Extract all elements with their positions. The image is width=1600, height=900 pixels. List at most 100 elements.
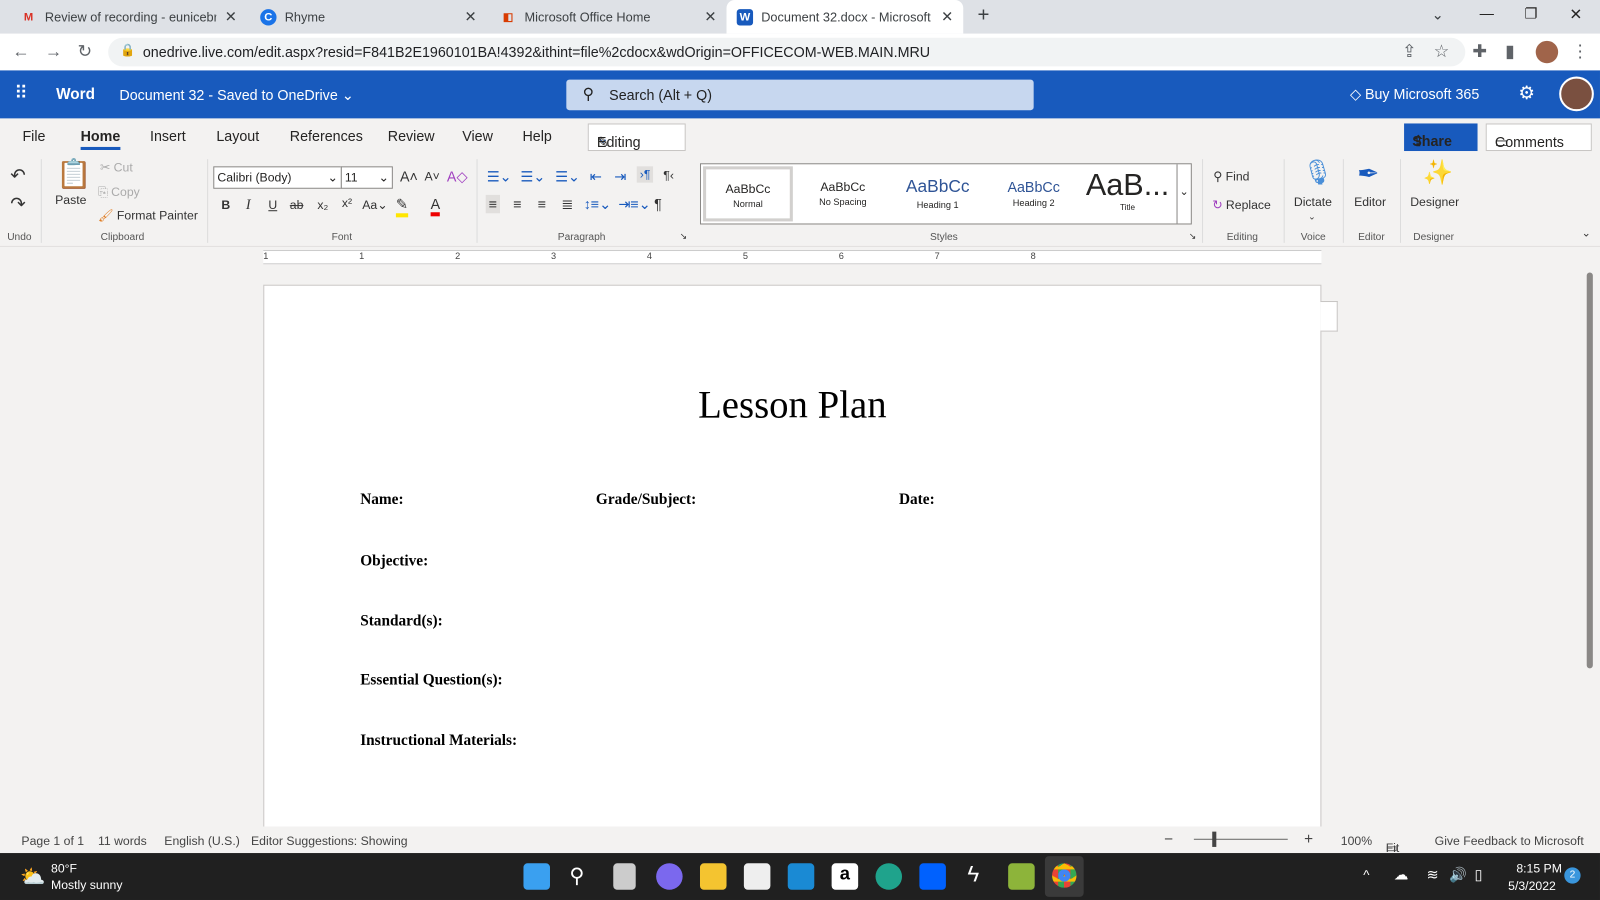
zoom-out-button[interactable]: − [1164, 831, 1173, 848]
zoom-percent[interactable]: 100% [1341, 834, 1372, 848]
replace-button[interactable]: Replace [1226, 198, 1271, 212]
undo-icon[interactable]: ↶ [10, 165, 25, 186]
close-window-icon[interactable]: ✕ [1569, 5, 1582, 23]
document-page[interactable]: Lesson Plan Name: Grade/Subject: Date: O… [263, 284, 1322, 836]
word-count[interactable]: 11 words [98, 834, 147, 848]
align-right-icon[interactable]: ≡ [538, 196, 546, 212]
ruler[interactable]: 1 1 2 3 4 5 6 7 8 [0, 246, 1600, 268]
italic-icon[interactable]: I [246, 198, 251, 214]
redo-icon[interactable]: ↷ [10, 194, 25, 215]
tab-help[interactable]: Help [522, 128, 551, 144]
search-taskbar-icon[interactable]: ⚲ [569, 863, 584, 889]
show-formatting-icon[interactable]: ¶ [654, 196, 662, 212]
underline-icon[interactable]: U [268, 198, 277, 212]
tab-search-icon[interactable]: ⌄ [1432, 6, 1444, 23]
clever-edge-icon[interactable] [1008, 863, 1035, 890]
extensions-icon[interactable]: ✚ [1472, 42, 1487, 62]
strikethrough-icon[interactable]: ab [290, 198, 304, 212]
weather-icon[interactable]: ⛅ [20, 864, 45, 890]
font-size-select[interactable]: 11 ⌄ [340, 166, 393, 189]
format-painter-button[interactable]: Format Painter [117, 208, 198, 222]
font-color-icon[interactable]: A [430, 196, 441, 217]
app-name[interactable]: Word [56, 86, 95, 103]
close-tab-icon[interactable]: ✕ [225, 8, 237, 25]
style-title[interactable]: AaB... Title [1081, 164, 1175, 223]
numbering-icon[interactable]: ☰⌄ [520, 168, 545, 185]
tab-gmail[interactable]: M Review of recording - eunicebrya ✕ [10, 0, 247, 34]
comments-button[interactable]: ▭ Comments [1485, 123, 1592, 152]
start-icon[interactable] [523, 863, 550, 890]
editing-mode-button[interactable]: ✎ Editing ⌄ [587, 123, 686, 152]
side-panel-icon[interactable]: ▮ [1505, 42, 1515, 62]
dropbox-icon[interactable] [919, 863, 946, 890]
new-tab-button[interactable]: + [978, 4, 990, 27]
paragraph-dialog-launcher-icon[interactable]: ↘ [680, 231, 688, 242]
tab-review[interactable]: Review [388, 128, 435, 144]
align-center-icon[interactable]: ≡ [513, 196, 521, 212]
zoom-in-button[interactable]: + [1304, 831, 1313, 848]
tab-office[interactable]: ◧ Microsoft Office Home ✕ [490, 0, 727, 34]
superscript-icon[interactable]: x² [342, 196, 352, 210]
justify-icon[interactable]: ≣ [561, 196, 573, 213]
grow-font-icon[interactable]: A˄ [400, 168, 418, 184]
file-explorer-icon[interactable] [699, 863, 727, 890]
tab-insert[interactable]: Insert [150, 128, 186, 144]
volume-icon[interactable]: 🔊 [1449, 866, 1467, 883]
vertical-scrollbar[interactable] [1586, 272, 1593, 669]
feedback-link[interactable]: Give Feedback to Microsoft [1435, 834, 1584, 848]
collapse-ribbon-icon[interactable]: ⌄ [1582, 227, 1591, 240]
style-heading-2[interactable]: AaBbCc Heading 2 [987, 164, 1081, 223]
buy-microsoft-365-button[interactable]: ◇ Buy Microsoft 365 [1350, 86, 1479, 103]
clear-formatting-icon[interactable]: A◇ [447, 168, 468, 185]
close-tab-icon[interactable]: ✕ [704, 8, 716, 25]
tab-word-document[interactable]: W Document 32.docx - Microsoft W ✕ [726, 0, 964, 34]
chrome-taskbar-button[interactable] [1044, 856, 1084, 897]
share-button[interactable]: ⇪ Share [1404, 123, 1478, 152]
style-no-spacing[interactable]: AaBbCc No Spacing [797, 164, 889, 223]
zoom-slider[interactable] [1193, 838, 1288, 840]
wifi-icon[interactable]: ≋ [1427, 866, 1439, 883]
bullets-icon[interactable]: ☰⌄ [487, 168, 512, 185]
restore-icon[interactable]: ❐ [1524, 5, 1537, 22]
clock-date[interactable]: 5/3/2022 [1508, 879, 1556, 893]
change-case-button[interactable]: Aa⌄ [362, 198, 387, 212]
highlight-icon[interactable]: ✎ [395, 196, 408, 218]
rtl-icon[interactable]: ¶‹ [663, 168, 674, 182]
editor-button[interactable]: Editor [1354, 195, 1386, 209]
search-input[interactable]: ⚲ Search (Alt + Q) [566, 79, 1034, 111]
minimize-icon[interactable]: — [1480, 5, 1494, 21]
microphone-icon[interactable]: 🎙 [1302, 158, 1333, 188]
chrome-menu-icon[interactable]: ⋮ [1571, 42, 1588, 62]
onedrive-icon[interactable]: ☁ [1394, 866, 1408, 883]
font-name-select[interactable]: Calibri (Body) ⌄ [213, 166, 342, 189]
profile-avatar[interactable] [1535, 40, 1559, 64]
ltr-icon[interactable]: ›¶ [636, 166, 654, 183]
tab-home[interactable]: Home [80, 128, 121, 150]
cut-button[interactable]: Cut [114, 160, 133, 174]
editor-pen-icon[interactable]: ✒ [1357, 158, 1379, 190]
notification-badge[interactable]: 2 [1564, 867, 1581, 884]
zoom-slider-thumb[interactable] [1212, 831, 1217, 847]
language[interactable]: English (U.S.) [164, 834, 240, 848]
reload-icon[interactable]: ↻ [78, 42, 93, 62]
paste-icon[interactable]: 📋 [56, 157, 92, 191]
url-input[interactable]: 🔒 onedrive.live.com/edit.aspx?resid=F841B… [108, 37, 1466, 67]
dictate-button[interactable]: Dictate [1294, 195, 1332, 209]
tab-references[interactable]: References [290, 128, 363, 144]
task-view-icon[interactable] [613, 863, 636, 890]
amazon-icon[interactable]: a [831, 863, 859, 890]
styles-more-button[interactable]: ⌄ [1176, 164, 1191, 224]
user-avatar[interactable] [1559, 76, 1594, 112]
close-tab-icon[interactable]: ✕ [941, 8, 953, 25]
style-normal[interactable]: AaBbCc Normal [703, 166, 793, 222]
show-hidden-icons[interactable]: ^ [1363, 867, 1369, 882]
designer-button[interactable]: Designer [1410, 195, 1459, 209]
designer-wand-icon[interactable]: ✨ [1422, 158, 1453, 188]
bold-icon[interactable]: B [221, 198, 230, 212]
edge-icon[interactable] [875, 863, 903, 890]
styles-dialog-launcher-icon[interactable]: ↘ [1189, 231, 1197, 242]
paste-button[interactable]: Paste [55, 193, 86, 207]
settings-gear-icon[interactable]: ⚙ [1518, 83, 1534, 104]
tab-layout[interactable]: Layout [216, 128, 259, 144]
forward-icon[interactable]: → [45, 42, 62, 62]
